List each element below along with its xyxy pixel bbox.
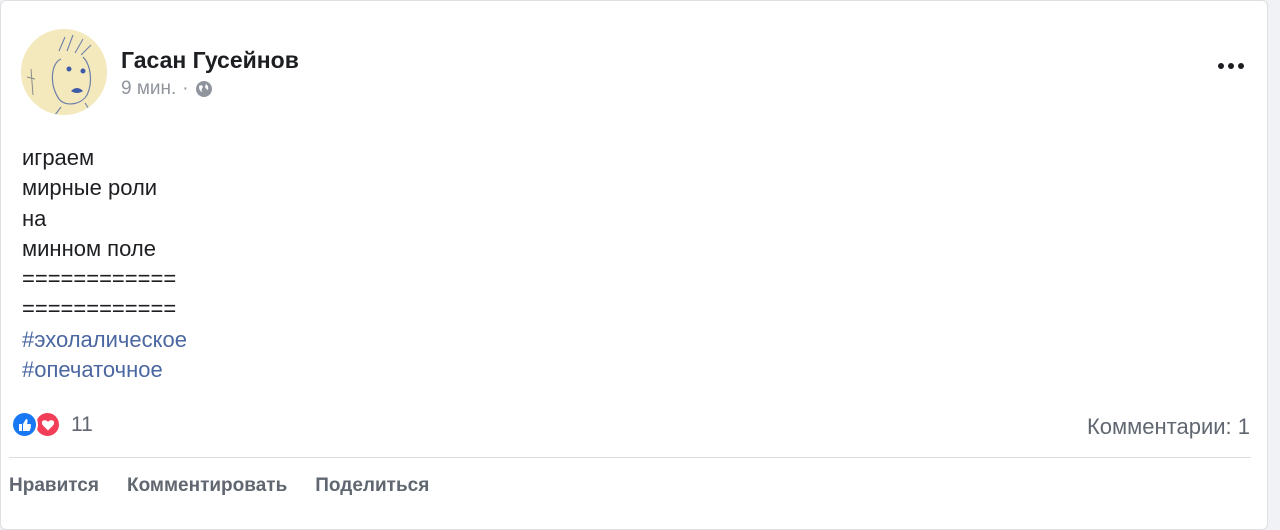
like-icon [11, 411, 38, 438]
comments-count[interactable]: Комментарии: 1 [1087, 414, 1250, 440]
more-options-icon[interactable] [1211, 51, 1251, 81]
avatar[interactable] [21, 29, 107, 115]
hashtag-link[interactable]: #эхолалическое [22, 325, 187, 355]
author-name[interactable]: Гасан Гусейнов [121, 47, 299, 74]
reactions-summary[interactable]: 11 [11, 411, 93, 438]
post-line: мирные роли [22, 175, 158, 201]
love-icon [34, 411, 61, 438]
post-card: Гасан Гусейнов 9 мин. · играем мирные ро… [0, 0, 1268, 530]
post-line: минном поле [22, 235, 156, 261]
divider [9, 457, 1251, 458]
comment-button[interactable]: Комментировать [127, 475, 287, 497]
post-meta: 9 мин. · [121, 78, 213, 100]
post-line: ============ [22, 266, 177, 292]
post-text: играем мирные роли на минном поле ======… [22, 143, 187, 385]
meta-separator: · [182, 78, 189, 99]
globe-icon[interactable] [195, 80, 213, 98]
post-line: играем [22, 145, 95, 170]
post-line: на [22, 205, 47, 231]
like-button[interactable]: Нравится [9, 475, 99, 497]
post-line: ============ [22, 296, 177, 322]
action-bar: Нравится Комментировать Поделиться [9, 475, 457, 497]
hashtag-link[interactable]: #опечаточное [22, 355, 187, 385]
reaction-count: 11 [71, 412, 93, 436]
share-button[interactable]: Поделиться [315, 475, 429, 497]
post-time[interactable]: 9 мин. [121, 78, 176, 100]
